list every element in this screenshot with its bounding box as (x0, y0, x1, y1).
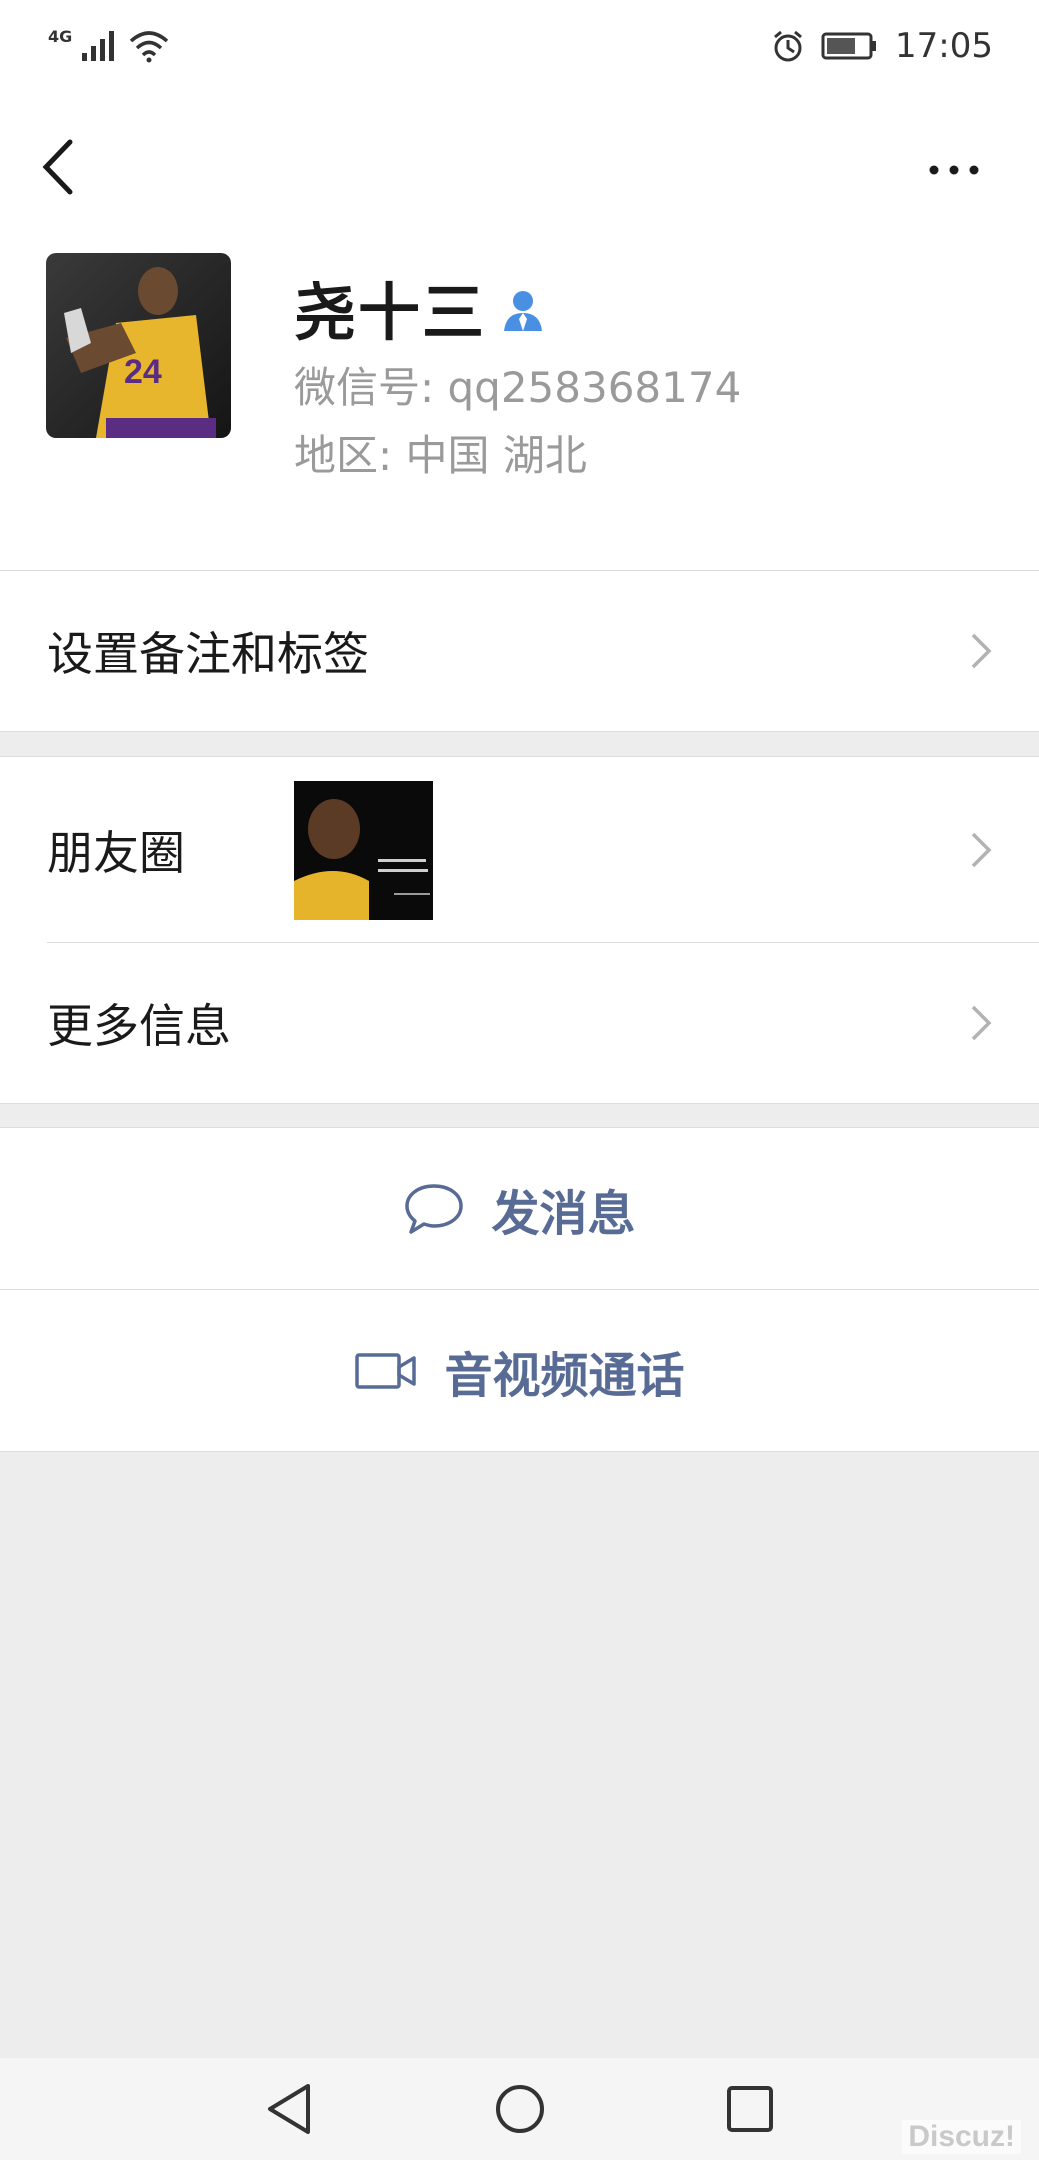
status-right: 17:05 (771, 26, 1039, 66)
region: 地区: 中国 湖北 (294, 431, 587, 480)
system-nav-bar: Discuz! (0, 2058, 1039, 2160)
battery-icon (821, 32, 877, 60)
network-type: 4G (48, 26, 73, 46)
avatar-image: 24 (46, 253, 231, 438)
alarm-icon (774, 30, 802, 62)
nav-home-icon[interactable] (492, 2080, 548, 2138)
nav-recents-icon[interactable] (722, 2080, 778, 2138)
send-message-button[interactable]: 发消息 (0, 1128, 1039, 1289)
moments-thumbnail (294, 781, 433, 920)
name-row: 尧十三 (294, 262, 546, 352)
status-time: 17:05 (895, 26, 993, 66)
wifi-icon (130, 31, 169, 63)
chat-bubble-icon (405, 1183, 464, 1234)
watermark: Discuz! (902, 2120, 1021, 2154)
set-remarks-tags-label: 设置备注和标签 (47, 627, 369, 681)
set-remarks-tags-row[interactable]: 设置备注和标签 (0, 571, 1039, 731)
signal-icon (82, 31, 115, 61)
more-dots-icon[interactable] (924, 150, 984, 190)
back-icon[interactable] (36, 132, 86, 202)
remarks-card: 设置备注和标签 (0, 570, 1039, 732)
more-info-row[interactable]: 更多信息 (0, 943, 1039, 1103)
video-call-label: 音视频通话 (444, 1347, 685, 1404)
moments-label: 朋友圈 (47, 825, 185, 880)
profile-header: 24 尧十三 微信号: qq258368174 地区: 中国 湖北 (0, 92, 1039, 570)
moments-row[interactable]: 朋友圈 (0, 757, 1039, 942)
chevron-right-icon (971, 633, 992, 669)
avatar[interactable]: 24 (46, 253, 231, 438)
chevron-right-icon (971, 832, 992, 867)
status-left: 4G (0, 26, 170, 63)
contact-name: 尧十三 (294, 276, 487, 349)
video-call-button[interactable]: 音视频通话 (0, 1290, 1039, 1451)
contact-person-icon (504, 291, 543, 331)
details-card: 朋友圈 更多信息 (0, 756, 1039, 1104)
status-bar: 4G 17:05 (0, 0, 1039, 92)
wechat-id: 微信号: qq258368174 (294, 363, 742, 412)
video-camera-icon (355, 1352, 417, 1389)
nav-back-icon[interactable] (262, 2080, 318, 2138)
svg-text:24: 24 (124, 353, 162, 391)
send-message-label: 发消息 (491, 1185, 636, 1242)
chevron-right-icon (971, 1005, 992, 1041)
actions-card: 发消息 音视频通话 (0, 1127, 1039, 1452)
more-info-label: 更多信息 (47, 999, 231, 1053)
